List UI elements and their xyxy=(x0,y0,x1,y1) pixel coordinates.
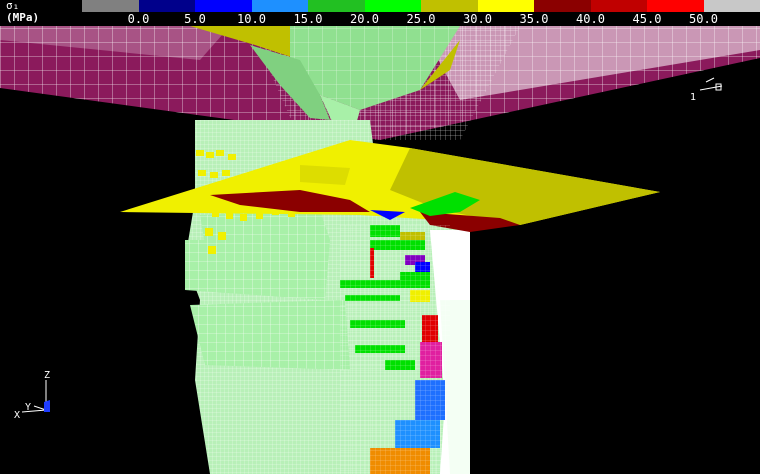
legend-swatch xyxy=(364,0,421,12)
legend-swatch xyxy=(195,0,252,12)
legend-tick-label: 10.0 xyxy=(237,12,266,26)
legend-swatch xyxy=(308,0,365,12)
legend-tick-label: 30.0 xyxy=(463,12,492,26)
legend-swatch xyxy=(82,0,139,12)
legend-swatch xyxy=(647,0,704,12)
legend-unit: (MPa) xyxy=(6,11,40,24)
axis-z-label: Z xyxy=(44,370,50,381)
legend-color-bar xyxy=(82,0,760,12)
contour-mesh-overlay xyxy=(340,225,450,474)
node-marker: 1 xyxy=(690,77,723,103)
legend-swatch xyxy=(590,0,647,12)
legend-swatch xyxy=(534,0,591,12)
legend-tick-label: 20.0 xyxy=(350,12,379,26)
color-legend: σ₁ (MPa) 0.0 5.0 10.0 15.0 20.0 25.0 30.0 35.0 4… xyxy=(0,0,760,26)
legend-swatch xyxy=(421,0,478,12)
legend-ticks: 0.0 5.0 10.0 15.0 20.0 25.0 30.0 35.0 40.0 45.0 50… xyxy=(82,12,760,26)
legend-tick-label: 40.0 xyxy=(576,12,605,26)
legend-tick-label: 50.0 xyxy=(689,12,718,26)
axis-x-label: X xyxy=(14,410,20,421)
axis-triad: Z X Y xyxy=(14,370,50,421)
legend-swatch xyxy=(251,0,308,12)
legend-tick-label: 15.0 xyxy=(293,12,323,26)
stress-contour-scene[interactable]: Z X Y 1 xyxy=(0,0,760,474)
legend-tick-label: 25.0 xyxy=(406,12,436,26)
legend-tick-label: 0.0 xyxy=(127,12,150,26)
legend-swatch xyxy=(477,0,534,12)
legend-tick-label: 35.0 xyxy=(519,12,549,26)
legend-swatch xyxy=(138,0,195,12)
viewport[interactable]: Z X Y 1 σ₁ (MPa) 0.0 5.0 10.0 15.0 20.0 25.0 3… xyxy=(0,0,760,474)
legend-swatch xyxy=(703,0,760,12)
legend-tick-label: 5.0 xyxy=(184,12,206,26)
node-label: 1 xyxy=(690,92,696,103)
legend-tick-label: 45.0 xyxy=(632,12,662,26)
axis-y-label: Y xyxy=(25,402,31,413)
